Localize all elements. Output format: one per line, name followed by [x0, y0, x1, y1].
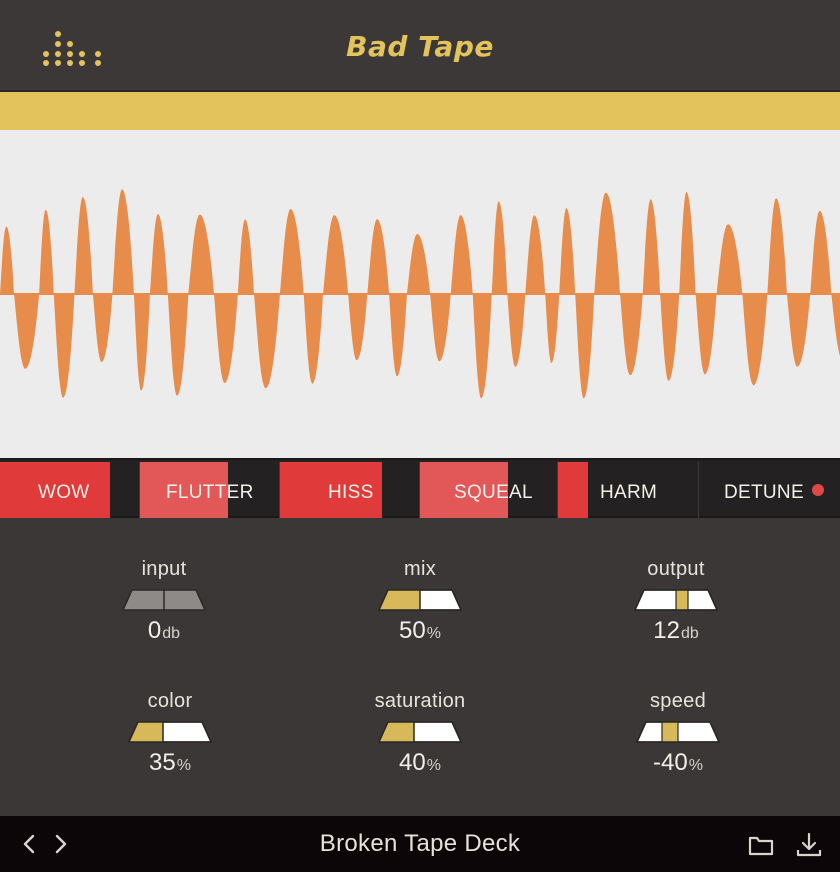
- input-value-number: 0: [147, 617, 162, 644]
- mix-label: mix: [403, 558, 436, 580]
- saturation-label: saturation: [374, 690, 466, 712]
- color-control: color 35%: [90, 690, 250, 777]
- footer-bar: Broken Tape Deck: [0, 816, 840, 872]
- waveform-display: [0, 130, 840, 458]
- detune-active-indicator[interactable]: [812, 484, 824, 496]
- speed-value-number: -40: [653, 749, 688, 776]
- fx-squeal-label: SQUEAL: [454, 482, 533, 503]
- fx-hiss-label: HISS: [328, 482, 374, 503]
- output-value: 12db: [596, 617, 756, 645]
- effects-bar: WOW FLUTTER HISS SQUEAL HARM DETUNE: [0, 458, 840, 518]
- mix-control: mix 50%: [340, 558, 500, 645]
- plugin-title: Bad Tape: [346, 30, 494, 63]
- fx-detune-label[interactable]: DETUNE: [724, 482, 804, 504]
- mix-value-unit: %: [426, 625, 441, 642]
- speed-label: speed: [650, 690, 706, 712]
- input-value: 0db: [84, 617, 244, 645]
- speed-value: -40%: [598, 749, 758, 777]
- output-slider[interactable]: [634, 589, 718, 611]
- color-label: color: [147, 690, 193, 712]
- output-control: output 12db: [596, 558, 756, 645]
- saturation-slider[interactable]: [378, 721, 462, 743]
- tape-strip: [0, 90, 840, 130]
- saturation-control: saturation 40%: [340, 690, 500, 777]
- speed-slider[interactable]: [636, 721, 720, 743]
- color-value: 35%: [90, 749, 250, 777]
- saturation-value-number: 40: [399, 749, 426, 776]
- fx-separator: [698, 462, 699, 518]
- output-value-unit: db: [680, 625, 699, 642]
- color-value-number: 35: [149, 749, 176, 776]
- fx-wow-label: WOW: [38, 482, 90, 503]
- fx-harm-label: HARM: [600, 482, 658, 503]
- input-control: input 0db: [84, 558, 244, 645]
- speed-control: speed -40%: [598, 690, 758, 777]
- fx-flutter-label: FLUTTER: [166, 482, 254, 503]
- fx-harm-fill[interactable]: [558, 462, 588, 518]
- output-value-number: 12: [653, 617, 680, 644]
- color-slider[interactable]: [128, 721, 212, 743]
- preset-name[interactable]: Broken Tape Deck: [0, 830, 840, 858]
- color-value-unit: %: [176, 757, 191, 774]
- output-label: output: [647, 558, 705, 580]
- input-label: input: [141, 558, 187, 580]
- saturation-value-unit: %: [426, 757, 441, 774]
- mix-slider[interactable]: [378, 589, 462, 611]
- saturation-value: 40%: [340, 749, 500, 777]
- input-slider[interactable]: [122, 589, 206, 611]
- mix-value: 50%: [340, 617, 500, 645]
- speed-value-unit: %: [688, 757, 703, 774]
- header: Bad Tape: [0, 0, 840, 90]
- folder-icon[interactable]: [746, 830, 776, 860]
- controls-panel: input 0db mix 50% output 12db color 35% …: [0, 518, 840, 816]
- download-icon[interactable]: [794, 830, 824, 860]
- waveform-graph: [0, 189, 840, 399]
- mix-value-number: 50: [399, 617, 426, 644]
- input-value-unit: db: [162, 625, 181, 642]
